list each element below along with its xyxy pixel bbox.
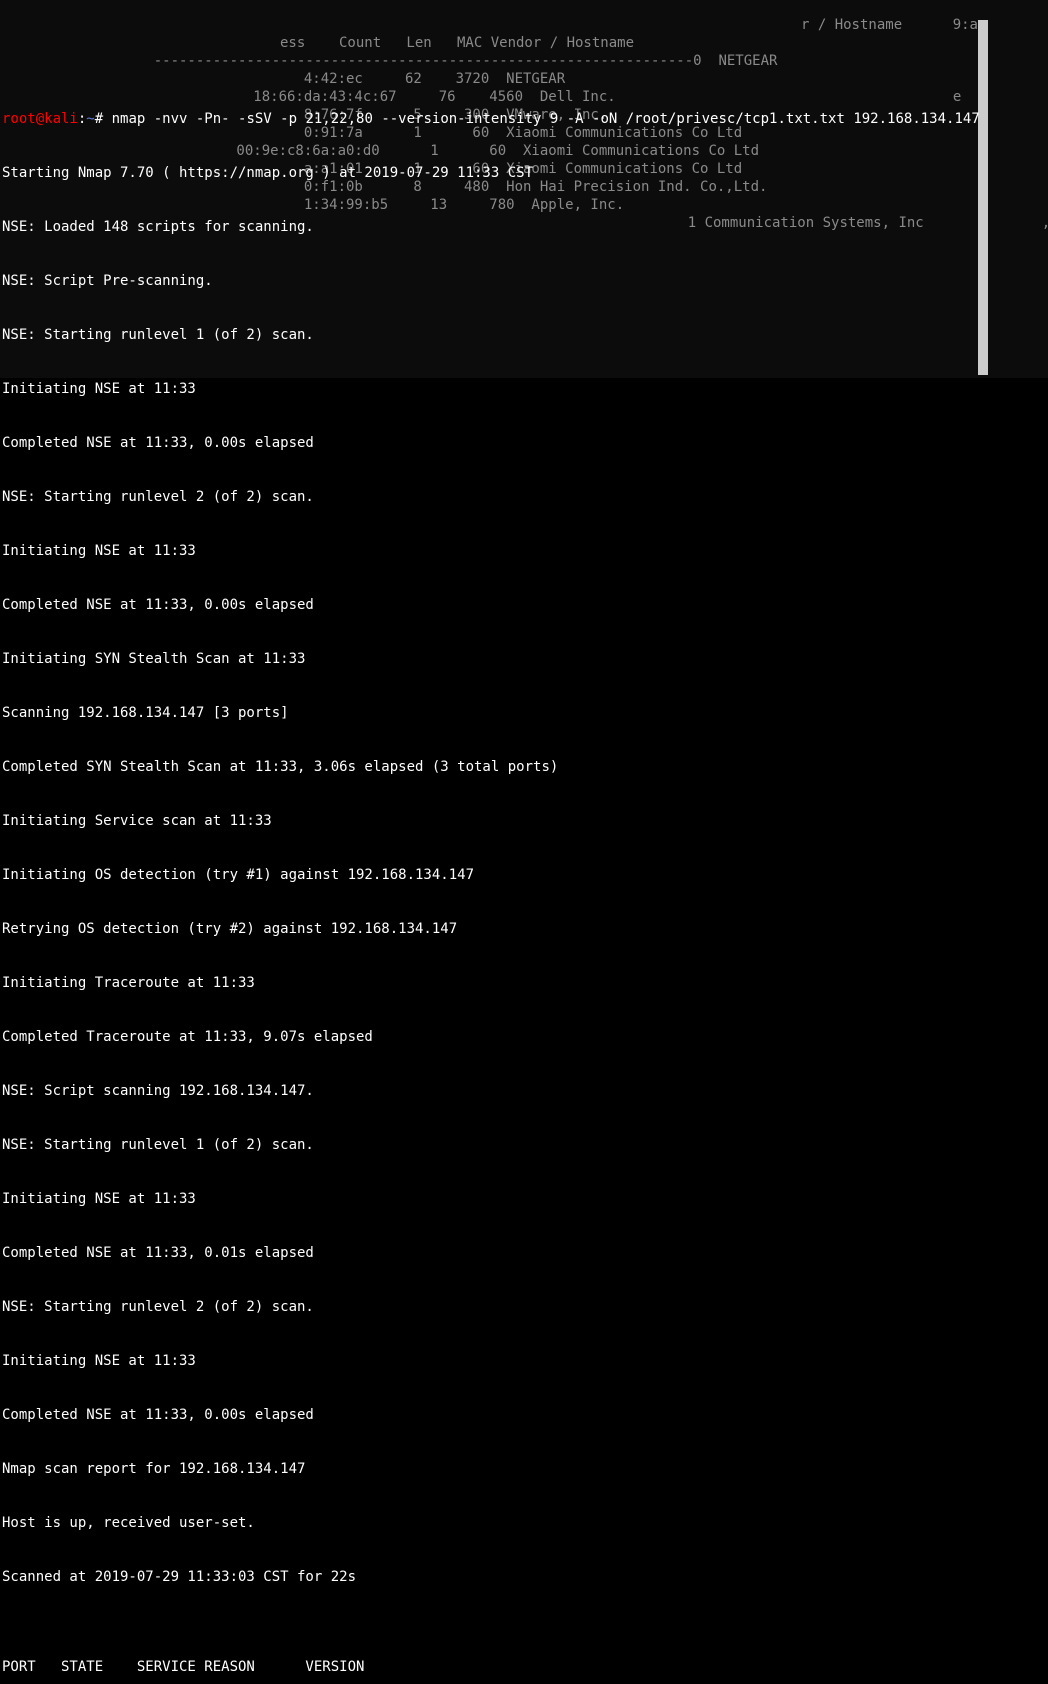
terminal-output[interactable]: root@kali:~# nmap -nvv -Pn- -sSV -p 21,2… (2, 74, 1046, 1684)
output-line: Completed SYN Stealth Scan at 11:33, 3.0… (2, 758, 1046, 776)
prompt-line[interactable]: root@kali:~# nmap -nvv -Pn- -sSV -p 21,2… (2, 110, 1046, 128)
bg-header-mid: ess Count Len MAC Vendor / Hostname (280, 34, 634, 52)
output-line: Scanned at 2019-07-29 11:33:03 CST for 2… (2, 1568, 1046, 1586)
output-line: Initiating Traceroute at 11:33 (2, 974, 1046, 992)
output-line: NSE: Starting runlevel 2 (of 2) scan. (2, 488, 1046, 506)
prompt-user: root@kali (2, 111, 78, 127)
output-line: Initiating NSE at 11:33 (2, 1190, 1046, 1208)
output-line: Completed NSE at 11:33, 0.00s elapsed (2, 596, 1046, 614)
output-line: NSE: Starting runlevel 2 (of 2) scan. (2, 1298, 1046, 1316)
output-line: Starting Nmap 7.70 ( https://nmap.org ) … (2, 164, 1046, 182)
output-line: NSE: Script Pre-scanning. (2, 272, 1046, 290)
output-line: Completed NSE at 11:33, 0.00s elapsed (2, 1406, 1046, 1424)
output-line: PORT STATE SERVICE REASON VERSION (2, 1658, 1046, 1676)
prompt-path: ~ (86, 111, 94, 127)
bg-header-right: r / Hostname 9:a (801, 16, 978, 34)
bg-header-dash: ----------------------------------------… (120, 52, 777, 70)
output-line: Completed Traceroute at 11:33, 9.07s ela… (2, 1028, 1046, 1046)
output-line: NSE: Starting runlevel 1 (of 2) scan. (2, 1136, 1046, 1154)
output-line: Retrying OS detection (try #2) against 1… (2, 920, 1046, 938)
output-line: NSE: Starting runlevel 1 (of 2) scan. (2, 326, 1046, 344)
output-line: Completed NSE at 11:33, 0.00s elapsed (2, 434, 1046, 452)
output-line: NSE: Loaded 148 scripts for scanning. (2, 218, 1046, 236)
output-line: Initiating OS detection (try #1) against… (2, 866, 1046, 884)
prompt-hash: # (95, 111, 112, 127)
output-line: NSE: Script scanning 192.168.134.147. (2, 1082, 1046, 1100)
terminal-window[interactable]: r / Hostname 9:a ess Count Len MAC Vendo… (0, 0, 1048, 1684)
output-line: Host is up, received user-set. (2, 1514, 1046, 1532)
output-line: Scanning 192.168.134.147 [3 ports] (2, 704, 1046, 722)
output-line: Nmap scan report for 192.168.134.147 (2, 1460, 1046, 1478)
output-line: Initiating NSE at 11:33 (2, 1352, 1046, 1370)
output-line: Completed NSE at 11:33, 0.01s elapsed (2, 1244, 1046, 1262)
output-line: Initiating SYN Stealth Scan at 11:33 (2, 650, 1046, 668)
output-line: Initiating Service scan at 11:33 (2, 812, 1046, 830)
output-line: Initiating NSE at 11:33 (2, 542, 1046, 560)
command-text: nmap -nvv -Pn- -sSV -p 21,22,80 --versio… (112, 111, 980, 127)
output-line: Initiating NSE at 11:33 (2, 380, 1046, 398)
